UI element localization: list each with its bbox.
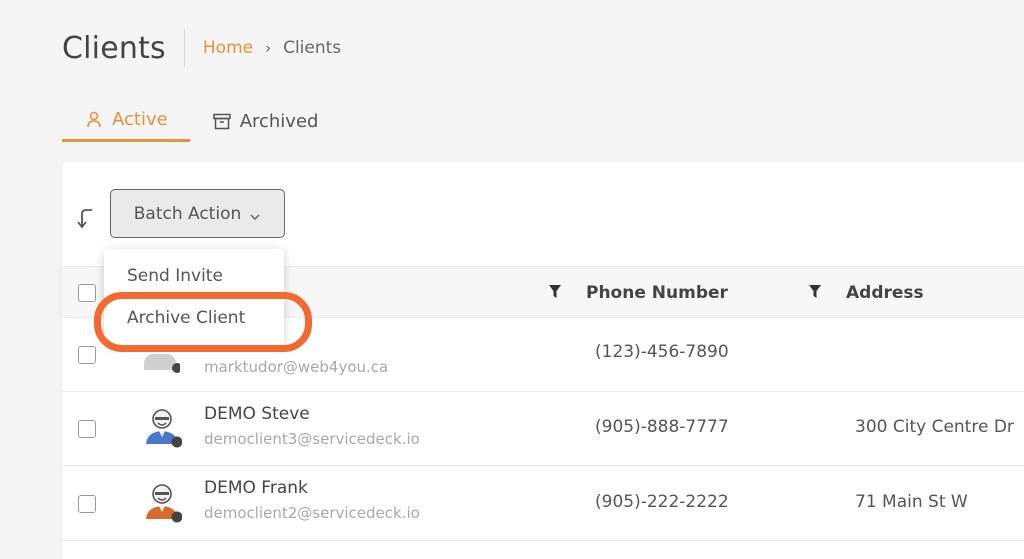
archive-box-icon (212, 111, 232, 131)
batch-action-button[interactable]: Batch Action (110, 189, 285, 238)
client-email: democlient3@servicedeck.io (204, 430, 420, 448)
client-email: democlient2@servicedeck.io (204, 504, 420, 522)
client-address: 300 City Centre Dr (855, 417, 1014, 437)
client-phone: (123)-456-7890 (595, 342, 729, 362)
breadcrumb: Home › Clients (203, 38, 341, 58)
clients-table-card: Batch Action Phone Number Address marktu… (62, 162, 1024, 559)
breadcrumb-current: Clients (283, 38, 342, 58)
batch-action-label: Batch Action (133, 203, 242, 224)
title-divider (183, 29, 185, 67)
breadcrumb-separator-icon: › (265, 39, 272, 57)
client-email: marktudor@web4you.ca (204, 358, 389, 376)
batch-action-menu: Send Invite Archive Client (104, 249, 284, 345)
client-address: 71 Main St W (855, 492, 968, 512)
tab-archived-label: Archived (239, 110, 319, 132)
client-phone: (905)-888-7777 (595, 417, 729, 437)
tab-active[interactable]: Active (62, 100, 190, 142)
select-all-checkbox[interactable] (78, 284, 96, 302)
menu-item-send-invite[interactable]: Send Invite (127, 266, 223, 286)
name-filter-icon[interactable] (548, 283, 562, 301)
table-row[interactable]: DEMO Steve democlient3@servicedeck.io (9… (62, 392, 1024, 466)
row-checkbox[interactable] (78, 420, 96, 438)
avatar (142, 406, 183, 448)
tab-archived[interactable]: Archived (190, 100, 341, 142)
user-icon (84, 110, 104, 130)
refresh-icon[interactable] (76, 206, 98, 230)
client-name[interactable]: DEMO Steve (204, 404, 310, 424)
table-row[interactable]: DEMO Frank democlient2@servicedeck.io (9… (62, 466, 1024, 541)
row-checkbox[interactable] (78, 495, 96, 513)
client-phone: (905)-222-2222 (595, 492, 729, 512)
phone-filter-icon[interactable] (808, 283, 822, 301)
menu-item-archive-client[interactable]: Archive Client (127, 308, 245, 328)
page-header: Clients Home › Clients (62, 28, 341, 68)
column-header-phone[interactable]: Phone Number (586, 267, 728, 319)
client-name[interactable]: DEMO Frank (204, 478, 308, 498)
page-title: Clients (62, 30, 166, 66)
column-header-address[interactable]: Address (846, 267, 924, 319)
breadcrumb-home-link[interactable]: Home (203, 38, 253, 58)
client-tabs: Active Archived (62, 100, 340, 142)
avatar (142, 481, 183, 523)
row-checkbox[interactable] (78, 346, 96, 364)
chevron-down-icon (249, 208, 261, 220)
tab-active-label: Active (112, 109, 168, 130)
